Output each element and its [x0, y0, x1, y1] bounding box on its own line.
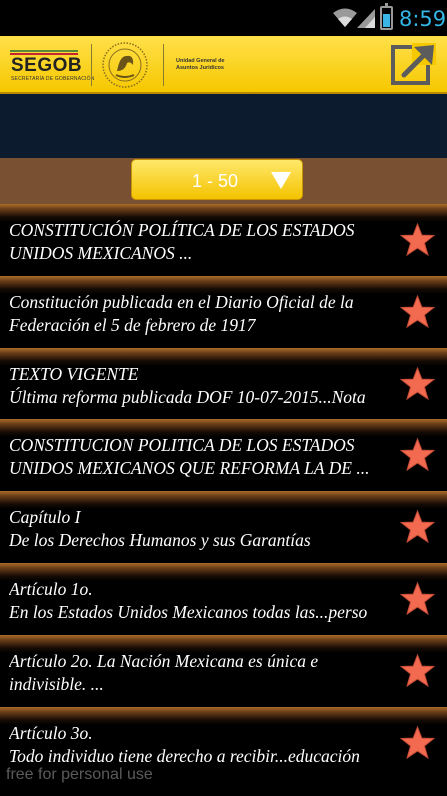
- favorite-star-icon[interactable]: [400, 367, 435, 400]
- list-item[interactable]: CONSTITUCIÓN POLÍTICA DE LOS ESTADOS UNID…: [0, 204, 447, 276]
- header-divider: [163, 44, 164, 86]
- list-item-title: TEXTO VIGENTE: [9, 364, 139, 384]
- toolbar-area: [0, 94, 447, 158]
- list-item-title: Constitución publicada en el Diario Ofic…: [9, 292, 354, 312]
- favorite-star-icon[interactable]: [400, 654, 435, 687]
- list-item-title: Artículo 2o. La Nación Mexicana es única…: [9, 651, 319, 671]
- favorite-star-icon[interactable]: [400, 223, 435, 256]
- list-item-text: Capítulo I De los Derechos Humanos y sus …: [9, 506, 392, 552]
- list-item[interactable]: Constitución publicada en el Diario Ofic…: [0, 276, 447, 348]
- list-item-subtitle: indivisible. ...: [9, 674, 104, 694]
- list-item[interactable]: Artículo 2o. La Nación Mexicana es única…: [0, 635, 447, 707]
- status-bar: 8:59: [0, 0, 447, 36]
- signal-icon: [357, 9, 375, 28]
- list-item-title: Artículo 1o.: [9, 579, 93, 599]
- list-item-text: CONSTITUCIÓN POLÍTICA DE LOS ESTADOS UNID…: [9, 219, 392, 265]
- list-item[interactable]: CONSTITUCION POLITICA DE LOS ESTADOS UNID…: [0, 419, 447, 491]
- dropdown-arrow-icon: [271, 172, 291, 189]
- clock: 8:59: [399, 7, 447, 31]
- list-item-subtitle: En los Estados Unidos Mexicanos todas la…: [9, 602, 368, 622]
- list-item-subtitle: UNIDOS MEXICANOS ...: [9, 243, 193, 263]
- wifi-icon: [333, 8, 357, 27]
- header-divider: [91, 44, 92, 86]
- list-item-text: Artículo 2o. La Nación Mexicana es única…: [9, 650, 392, 696]
- watermark: free for personal use: [6, 766, 153, 783]
- list-item[interactable]: Capítulo I De los Derechos Humanos y sus …: [0, 491, 447, 563]
- list-item-title: CONSTITUCIÓN POLÍTICA DE LOS ESTADOS: [9, 220, 355, 240]
- range-label: 1 - 50: [192, 171, 239, 191]
- list-item-text: TEXTO VIGENTE Última reforma publicada DO…: [9, 363, 392, 409]
- favorite-star-icon[interactable]: [400, 510, 435, 543]
- segob-logo: SEGOB SECRETARÍA DE GOBERNACIÓN: [10, 44, 94, 84]
- list-item-subtitle: Todo individuo tiene derecho a recibir..…: [9, 746, 360, 766]
- favorite-star-icon[interactable]: [400, 438, 435, 471]
- list-item-text: CONSTITUCION POLITICA DE LOS ESTADOS UNID…: [9, 434, 392, 480]
- battery-icon: [380, 3, 393, 30]
- article-list: CONSTITUCIÓN POLÍTICA DE LOS ESTADOS UNID…: [0, 204, 447, 796]
- list-item-text: Artículo 3o. Todo individuo tiene derecho…: [9, 722, 392, 768]
- list-item-subtitle: Federación el 5 de febrero de 1917: [9, 315, 256, 335]
- mexico-seal-icon: [102, 42, 148, 88]
- logo-subtext: SECRETARÍA DE GOBERNACIÓN: [11, 76, 95, 82]
- favorite-star-icon[interactable]: [400, 582, 435, 615]
- favorite-star-icon[interactable]: [400, 726, 435, 759]
- list-item-title: Capítulo I: [9, 507, 81, 527]
- list-item-subtitle: De los Derechos Humanos y sus Garantías: [9, 530, 311, 550]
- logo-text: SEGOB: [11, 55, 83, 76]
- list-item-subtitle: UNIDOS MEXICANOS QUE REFORMA LA DE ...: [9, 458, 370, 478]
- list-item-subtitle: Última reforma publicada DOF 10-07-2015.…: [9, 387, 366, 407]
- list-item-text: Artículo 1o. En los Estados Unidos Mexica…: [9, 578, 392, 624]
- list-item-title: CONSTITUCION POLITICA DE LOS ESTADOS: [9, 435, 355, 455]
- exit-arrow-icon[interactable]: [390, 41, 440, 89]
- list-item[interactable]: TEXTO VIGENTE Última reforma publicada DO…: [0, 348, 447, 420]
- list-item[interactable]: Artículo 1o. En los Estados Unidos Mexica…: [0, 563, 447, 635]
- agency-name: Unidad General de Asuntos Jurídicos: [176, 58, 225, 71]
- range-dropdown[interactable]: 1 - 50: [131, 159, 303, 200]
- favorite-star-icon[interactable]: [400, 295, 435, 328]
- list-item-title: Artículo 3o.: [9, 723, 93, 743]
- app-header: SEGOB SECRETARÍA DE GOBERNACIÓN Unidad G…: [0, 36, 447, 94]
- list-item-text: Constitución publicada en el Diario Ofic…: [9, 291, 392, 337]
